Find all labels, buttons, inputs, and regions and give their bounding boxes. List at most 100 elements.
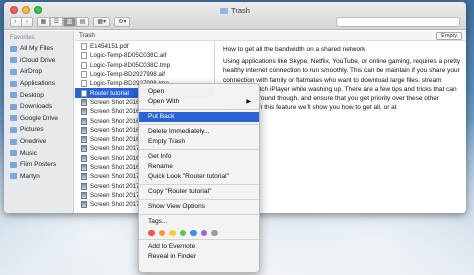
tag-color-dot[interactable]	[179, 229, 186, 237]
image-file-icon	[81, 98, 87, 106]
menu-item[interactable]: Add to Evernote	[139, 242, 259, 252]
menu-item[interactable]: Rename	[139, 162, 259, 172]
menu-item[interactable]: Open	[139, 87, 259, 97]
tag-color-dot[interactable]	[190, 229, 197, 237]
music-icon	[10, 150, 17, 157]
view-mode-buttons: ▦ ☰ ▥ ▤	[36, 17, 90, 27]
sidebar-item[interactable]: Film Posters	[4, 159, 73, 171]
sidebar-item[interactable]: All My Files	[4, 43, 73, 55]
sidebar-item-label: iCloud Drive	[20, 56, 56, 64]
tag-colors-row	[139, 227, 259, 237]
menu-item[interactable]: Put Back	[139, 112, 259, 122]
window-title-text: Trash	[231, 6, 250, 15]
document-file-icon	[81, 61, 87, 69]
file-row[interactable]: E1454151.pdf	[75, 42, 214, 51]
sidebar-item[interactable]: Pictures	[4, 124, 73, 136]
empty-trash-button[interactable]: Empty	[436, 31, 462, 40]
sidebar-item-label: AirDrop	[20, 68, 43, 76]
image-file-icon	[81, 154, 87, 162]
sidebar-item[interactable]: Music	[4, 147, 73, 159]
path-bar: Trash Empty	[75, 31, 466, 41]
sidebar-item[interactable]: Onedrive	[4, 136, 73, 148]
menu-item-label: Open	[148, 88, 165, 95]
image-file-icon	[81, 164, 87, 171]
menu-item-label: Get Info	[148, 153, 172, 160]
menu-item[interactable]: Get Info	[139, 152, 259, 162]
menu-item-label: Copy "Router tutorial"	[148, 188, 212, 195]
file-name: E1454151.pdf	[90, 43, 129, 51]
file-row[interactable]: Logic-Temp-8D05C038C.aif	[75, 51, 214, 60]
sidebar-item[interactable]: iCloud Drive	[4, 55, 73, 67]
menu-item[interactable]: Reveal in Finder	[139, 252, 259, 262]
file-name: Screen Shot 2016	[90, 164, 140, 171]
search-input[interactable]	[336, 17, 460, 27]
tag-color-dot[interactable]	[211, 229, 218, 237]
icon-view-button[interactable]: ▦	[36, 17, 51, 27]
image-file-icon	[81, 136, 87, 144]
menu-item-label: Open With	[148, 98, 180, 105]
menu-item[interactable]: Open With ▶	[139, 97, 259, 107]
google-drive-icon	[10, 115, 17, 122]
menu-item-label: Reveal in Finder	[148, 253, 197, 260]
onedrive-icon	[10, 138, 17, 145]
menu-item[interactable]: Quick Look "Router tutorial"	[139, 172, 259, 182]
sidebar-item-label: Onedrive	[20, 138, 47, 146]
image-file-icon	[81, 201, 87, 209]
file-name: Screen Shot 2016	[90, 117, 140, 125]
sidebar-item[interactable]: Desktop	[4, 89, 73, 101]
sidebar-item-label: Desktop	[20, 91, 44, 99]
tag-color-dot[interactable]	[148, 229, 155, 237]
file-name: Screen Shot 2016	[90, 154, 140, 162]
submenu-arrow-icon: ▶	[246, 99, 251, 105]
back-button[interactable]: ‹	[9, 17, 22, 27]
menu-item[interactable]: Delete Immediately...	[139, 127, 259, 137]
sidebar-header: Favorites	[10, 35, 35, 41]
menu-separator	[139, 184, 259, 185]
home-icon	[10, 173, 17, 180]
file-row[interactable]: Logic-Temp-8D05C038C.tmp	[75, 61, 214, 70]
sidebar-item[interactable]: Google Drive	[4, 113, 73, 125]
tag-color-dot[interactable]	[169, 229, 176, 237]
menu-item[interactable]: Tags...	[139, 217, 259, 227]
forward-button[interactable]: ›	[21, 17, 33, 27]
sidebar-item[interactable]: Downloads	[4, 101, 73, 113]
window-title: Trash	[4, 6, 466, 15]
menu-item-label: Put Back	[148, 113, 175, 120]
desktop-icon	[10, 92, 17, 99]
cover-flow-button[interactable]: ▤	[75, 17, 90, 27]
image-file-icon	[81, 126, 87, 134]
sidebar-item-label: Applications	[20, 80, 56, 88]
tag-color-dot[interactable]	[200, 229, 207, 237]
arrange-button[interactable]: ▦▾	[93, 17, 111, 27]
sidebar-item[interactable]: Applications	[4, 78, 73, 90]
toolbar: ‹ › ▦ ☰ ▥ ▤ ▦▾ ⚙▾	[9, 17, 131, 27]
sidebar-item-label: Pictures	[20, 126, 44, 134]
sidebar-item[interactable]: AirDrop	[4, 66, 73, 78]
file-name: Screen Shot 2017	[90, 201, 140, 209]
file-name: Logic-Temp-8D05C038C.tmp	[90, 61, 171, 69]
menu-item[interactable]: Empty Trash	[139, 137, 259, 147]
context-menu: Open Open With ▶ Put Back Delete Immediately…	[138, 83, 260, 273]
list-view-button[interactable]: ☰	[49, 17, 64, 27]
column-view-button[interactable]: ▥	[62, 17, 77, 27]
menu-item[interactable]: Copy "Router tutorial"	[139, 187, 259, 197]
document-file-icon	[81, 89, 87, 97]
file-row[interactable]: Logic-Temp-BD2927998.aif	[75, 70, 214, 79]
file-name: Router tutorial	[90, 89, 129, 97]
image-file-icon	[81, 182, 87, 190]
menu-item-label: Show View Options	[148, 203, 206, 210]
preview-title: How to get all the bandwidth on a shared…	[223, 46, 366, 53]
action-button[interactable]: ⚙▾	[114, 17, 131, 27]
menu-item[interactable]: Show View Options	[139, 202, 259, 212]
sidebar-item[interactable]: Martyn	[4, 171, 73, 183]
image-file-icon	[81, 173, 87, 181]
menu-separator	[139, 109, 259, 110]
pictures-icon	[10, 126, 17, 133]
downloads-icon	[10, 103, 17, 110]
image-file-icon	[81, 191, 87, 199]
sidebar-item-label: Music	[20, 149, 37, 157]
file-name: Screen Shot 2017	[90, 173, 140, 181]
trash-folder-icon	[220, 8, 229, 14]
menu-item-label: Empty Trash	[148, 138, 186, 145]
tag-color-dot[interactable]	[158, 229, 165, 237]
